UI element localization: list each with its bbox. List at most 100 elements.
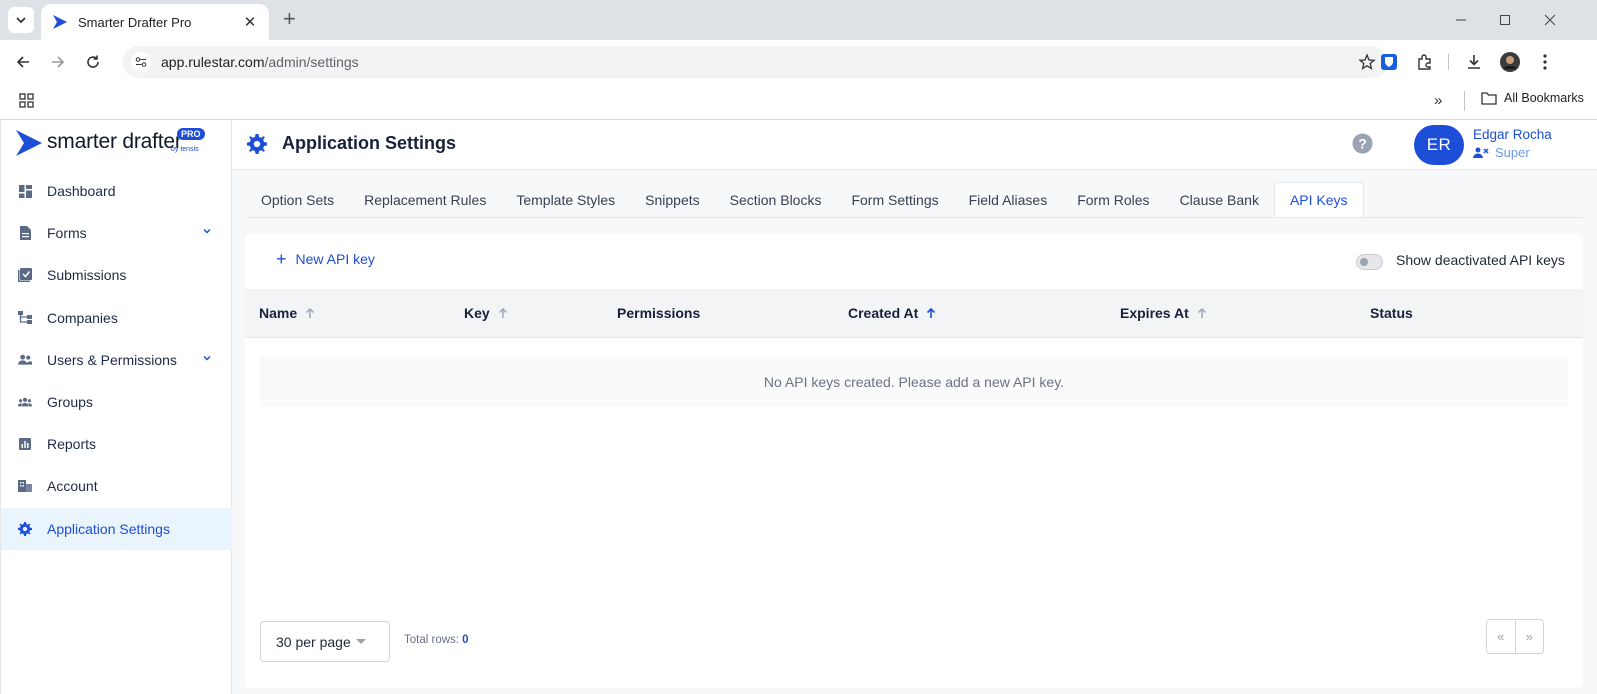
bookmark-star-icon[interactable]	[1358, 53, 1376, 71]
tab-search-button[interactable]	[8, 7, 34, 33]
new-api-key-label: New API key	[295, 251, 375, 267]
browser-tab[interactable]: Smarter Drafter Pro ✕	[41, 4, 269, 40]
apps-grid-icon[interactable]	[19, 93, 34, 108]
download-icon[interactable]	[1462, 50, 1486, 74]
sidebar-item-account[interactable]: Account	[1, 465, 232, 507]
sort-arrow-icon	[1197, 308, 1206, 318]
tab-snippets[interactable]: Snippets	[630, 182, 714, 218]
user-role-icon	[1473, 147, 1489, 158]
column-header-status: Status	[1370, 305, 1413, 321]
tab-form-roles[interactable]: Form Roles	[1062, 182, 1164, 218]
close-window-icon[interactable]	[1539, 9, 1561, 31]
brand-byline: by tensis	[171, 146, 199, 153]
user-avatar[interactable]: ER	[1414, 125, 1464, 165]
sidebar-item-companies[interactable]: Companies	[1, 297, 232, 339]
chevron-down-icon[interactable]	[202, 226, 212, 236]
plus-icon: +	[276, 249, 287, 269]
bitwarden-icon[interactable]	[1377, 50, 1401, 74]
address-bar[interactable]: app.rulestar.com/admin/settings	[123, 46, 1388, 78]
document-icon	[18, 226, 32, 241]
sidebar-item-application-settings[interactable]: Application Settings	[1, 507, 232, 550]
more-menu-icon[interactable]	[1533, 50, 1557, 74]
column-header-created-at[interactable]: Created At	[848, 305, 936, 321]
new-api-key-button[interactable]: + New API key	[276, 249, 375, 269]
back-icon[interactable]	[9, 48, 37, 76]
table-header: Name Key Permissions Created At Expires …	[245, 289, 1583, 338]
tab-api-keys[interactable]: API Keys	[1273, 182, 1364, 218]
sort-arrow-icon	[306, 308, 315, 318]
column-label: Name	[259, 305, 298, 321]
all-bookmarks-button[interactable]: All Bookmarks	[1481, 91, 1584, 105]
sort-arrow-active-icon	[927, 307, 936, 318]
bookmarks-bar: » All Bookmarks	[0, 83, 1597, 120]
gear-icon	[247, 134, 267, 154]
per-page-select[interactable]: 30 per page	[260, 621, 390, 662]
total-rows: Total rows: 0	[404, 634, 469, 646]
sidebar-item-forms[interactable]: Forms	[1, 212, 232, 254]
sidebar-item-groups[interactable]: Groups	[1, 381, 232, 423]
browser-toolbar: app.rulestar.com/admin/settings	[0, 40, 1597, 83]
profile-avatar-icon[interactable]	[1498, 50, 1522, 74]
pagination: « »	[1486, 619, 1544, 654]
sidebar-item-label: Submissions	[47, 267, 127, 284]
smarter-drafter-favicon	[53, 15, 67, 29]
column-header-key[interactable]: Key	[464, 305, 508, 321]
dashboard-icon	[18, 184, 32, 198]
show-deactivated-label: Show deactivated API keys	[1396, 252, 1565, 268]
groups-icon	[18, 395, 32, 409]
sidebar-item-reports[interactable]: Reports	[1, 423, 232, 465]
reload-icon[interactable]	[79, 48, 107, 76]
tab-clause-bank[interactable]: Clause Bank	[1165, 182, 1274, 218]
submissions-icon	[18, 268, 32, 283]
minimize-icon[interactable]	[1450, 9, 1472, 31]
api-keys-panel: + New API key Show deactivated API keys …	[245, 234, 1583, 688]
show-deactivated-toggle[interactable]	[1356, 254, 1383, 270]
tab-template-styles[interactable]: Template Styles	[501, 182, 630, 218]
tabs-divider	[246, 217, 1583, 218]
sidebar-item-label: Application Settings	[47, 520, 170, 537]
bookmarks-divider	[1464, 91, 1465, 111]
sidebar-item-label: Account	[47, 478, 98, 495]
total-rows-value: 0	[462, 634, 469, 646]
column-header-name[interactable]: Name	[259, 305, 315, 321]
column-header-expires-at[interactable]: Expires At	[1120, 305, 1207, 321]
help-icon[interactable]: ?	[1352, 133, 1373, 154]
close-tab-icon[interactable]: ✕	[241, 13, 259, 31]
settings-tabs: Option Sets Replacement Rules Template S…	[246, 182, 1364, 218]
user-role-label: Super	[1495, 145, 1530, 160]
sidebar-item-users-permissions[interactable]: Users & Permissions	[1, 339, 232, 381]
tab-section-blocks[interactable]: Section Blocks	[715, 182, 837, 218]
forward-icon[interactable]	[44, 48, 72, 76]
previous-page-button[interactable]: «	[1487, 620, 1515, 653]
url-text: app.rulestar.com/admin/settings	[161, 54, 359, 70]
user-role: Super	[1473, 145, 1530, 160]
sidebar-item-dashboard[interactable]: Dashboard	[1, 170, 232, 212]
pro-badge: PRO	[177, 128, 205, 140]
tab-option-sets[interactable]: Option Sets	[246, 182, 349, 218]
smarter-drafter-logo-icon	[16, 130, 42, 156]
toggle-knob	[1360, 258, 1368, 266]
browser-tabstrip: Smarter Drafter Pro ✕ +	[0, 0, 1597, 40]
chevron-down-icon	[16, 17, 26, 24]
tab-field-aliases[interactable]: Field Aliases	[954, 182, 1063, 218]
total-rows-label: Total rows:	[404, 634, 459, 646]
next-page-button[interactable]: »	[1514, 620, 1544, 653]
column-label: Expires At	[1120, 305, 1189, 321]
more-bookmarks-icon[interactable]: »	[1434, 92, 1442, 109]
tab-replacement-rules[interactable]: Replacement Rules	[349, 182, 501, 218]
column-label: Status	[1370, 305, 1413, 321]
sidebar-item-submissions[interactable]: Submissions	[1, 254, 232, 296]
site-info-icon[interactable]	[131, 52, 151, 72]
extensions-icon[interactable]	[1413, 50, 1437, 74]
tab-form-settings[interactable]: Form Settings	[836, 182, 953, 218]
chevron-down-icon[interactable]	[202, 353, 212, 363]
folder-icon	[1481, 92, 1497, 105]
new-tab-button[interactable]: +	[283, 8, 296, 30]
per-page-value: 30 per page	[276, 633, 351, 650]
brand-logo[interactable]: smarter drafter	[15, 128, 182, 158]
user-name[interactable]: Edgar Rocha	[1473, 127, 1552, 142]
toolbar-divider	[1448, 54, 1449, 70]
app-header: Application Settings ? ER Edgar Rocha Su…	[232, 120, 1597, 170]
column-label: Permissions	[617, 305, 701, 321]
maximize-icon[interactable]	[1494, 9, 1516, 31]
